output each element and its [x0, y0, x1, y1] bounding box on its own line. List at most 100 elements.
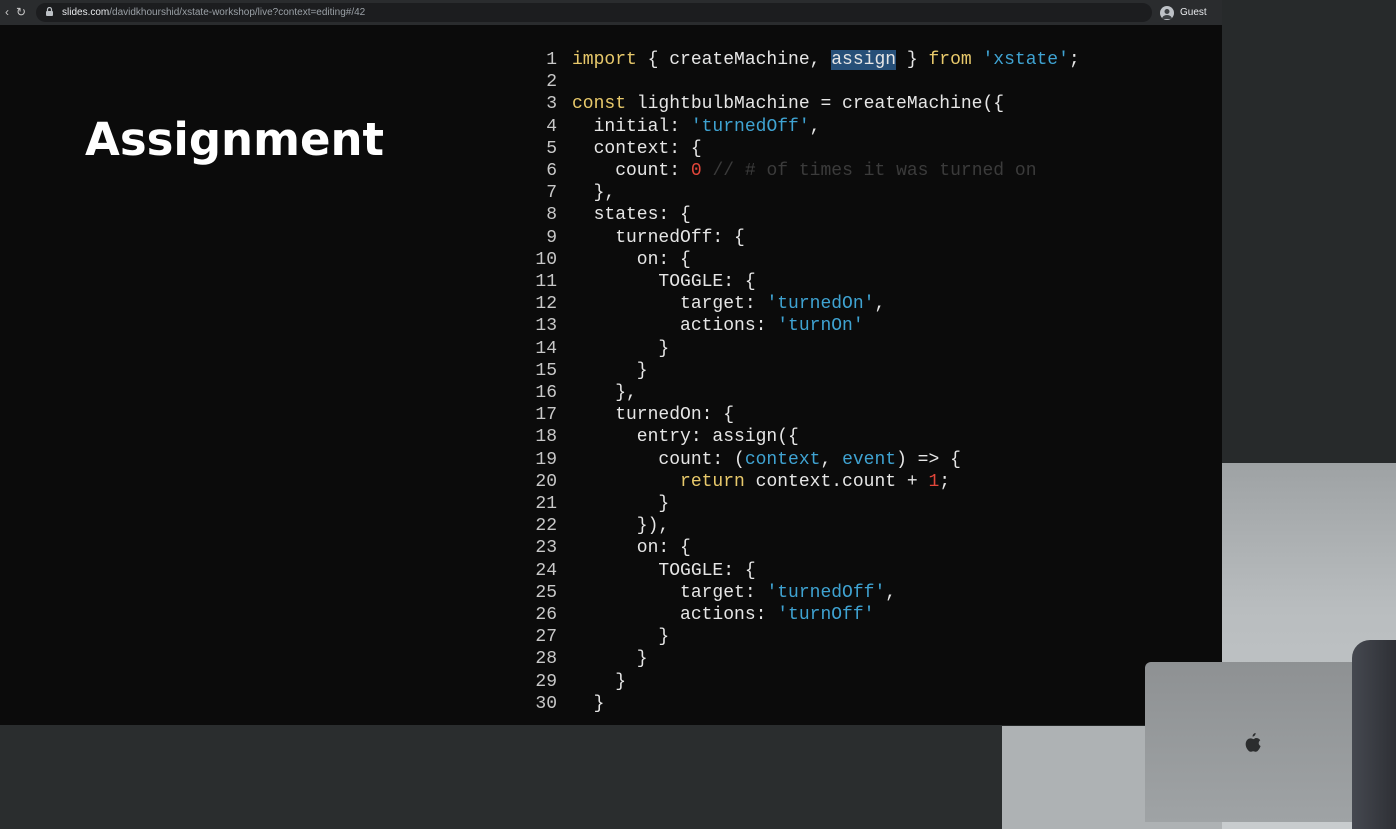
code-text[interactable]: }: [572, 338, 669, 360]
code-text[interactable]: }: [572, 360, 648, 382]
presenter: [1352, 640, 1396, 829]
code-text[interactable]: target: 'turnedOff',: [572, 582, 896, 604]
code-text[interactable]: TOGGLE: {: [572, 560, 756, 582]
code-line: 12 target: 'turnedOn',: [0, 293, 1222, 315]
code-token: target:: [572, 582, 767, 603]
code-line: 7 },: [0, 182, 1222, 204]
code-token: on: {: [572, 249, 691, 270]
code-token: 'turnedOff': [766, 582, 886, 603]
code-token: count:: [572, 161, 691, 181]
code-text[interactable]: initial: 'turnedOff',: [572, 116, 821, 138]
line-number: 19: [535, 449, 557, 470]
code-token: actions:: [572, 605, 778, 625]
line-number: 16: [535, 383, 557, 403]
code-token: ,: [809, 116, 821, 137]
code-token: turnedOff: {: [572, 227, 745, 248]
line-number: 4: [546, 116, 557, 137]
code-text[interactable]: }: [572, 626, 669, 648]
profile-label: Guest: [1180, 7, 1207, 18]
address-bar[interactable]: slides.com/davidkhourshid/xstate-worksho…: [36, 3, 1152, 22]
code-token: }: [572, 494, 670, 514]
code-token: ) => {: [896, 449, 961, 470]
code-token: ;: [1068, 50, 1080, 70]
line-number: 12: [535, 294, 557, 315]
room-wall: [1222, 0, 1396, 465]
code-text[interactable]: TOGGLE: {: [572, 271, 755, 293]
code-line: 21 }: [0, 493, 1222, 515]
code-token: ,: [820, 449, 843, 470]
code-text[interactable]: entry: assign({: [572, 426, 799, 448]
line-number: 14: [535, 338, 557, 359]
code-token: },: [572, 383, 637, 403]
code-line: 15 }: [0, 360, 1222, 382]
code-text[interactable]: count: (context, event) => {: [572, 449, 961, 471]
code-text[interactable]: }: [572, 493, 669, 515]
code-line: 3 const lightbulbMachine = createMachine(…: [0, 93, 1222, 115]
stage-area: [0, 725, 1002, 829]
reload-icon[interactable]: ↻: [14, 5, 28, 19]
code-token: 'turnOn': [777, 316, 864, 337]
code-line: 16 },: [0, 382, 1222, 404]
code-text[interactable]: turnedOff: {: [572, 227, 745, 249]
line-number: 13: [535, 316, 557, 337]
code-text[interactable]: }: [572, 671, 626, 693]
code-line: 17 turnedOn: {: [0, 404, 1222, 426]
line-number: 8: [546, 205, 557, 226]
code-token: }: [572, 627, 670, 648]
code-token: initial:: [572, 116, 691, 137]
code-line: 26 actions: 'turnOff': [0, 604, 1222, 626]
line-number: 22: [535, 516, 557, 537]
code-text[interactable]: context: {: [572, 138, 702, 160]
code-token: 0: [690, 161, 702, 181]
line-number: 2: [546, 72, 557, 93]
code-text[interactable]: target: 'turnedOn',: [572, 293, 885, 315]
code-line: 1 import { createMachine, assign } from '…: [0, 49, 1222, 71]
code-line: 25 target: 'turnedOff',: [0, 582, 1222, 604]
code-text[interactable]: }: [572, 693, 605, 715]
code-text[interactable]: turnedOn: {: [572, 404, 734, 426]
line-number: 23: [535, 538, 557, 559]
code-token: 'turnedOff': [690, 116, 810, 137]
code-text[interactable]: actions: 'turnOff': [572, 604, 874, 626]
profile-button[interactable]: Guest: [1160, 4, 1207, 21]
code-text[interactable]: }),: [572, 515, 669, 537]
line-number: 26: [535, 605, 557, 625]
code-token: on: {: [572, 538, 691, 559]
code-token: }: [572, 693, 605, 714]
code-line: 11 TOGGLE: {: [0, 271, 1222, 293]
code-text[interactable]: return context.count + 1;: [572, 471, 950, 493]
code-line: 8 states: {: [0, 204, 1222, 226]
code-token: import: [572, 50, 637, 70]
line-number: 7: [546, 183, 557, 204]
code-text[interactable]: },: [572, 182, 616, 204]
code-text[interactable]: on: {: [572, 537, 691, 559]
code-line: 5 context: {: [0, 138, 1222, 160]
url-path: /davidkhourshid/xstate-workshop/live?con…: [109, 7, 366, 18]
code-token: ;: [939, 471, 951, 492]
code-line: 6 count: 0 // # of times it was turned o…: [0, 160, 1222, 182]
code-text[interactable]: states: {: [572, 204, 691, 226]
code-line: 19 count: (context, event) => {: [0, 449, 1222, 471]
code-token: }),: [572, 516, 670, 537]
code-token: TOGGLE: {: [572, 560, 756, 581]
line-number: 6: [546, 161, 557, 181]
code-line: 22 }),: [0, 515, 1222, 537]
selected-token: assign: [831, 50, 897, 70]
code-token: 'turnOff': [777, 605, 875, 625]
code-text[interactable]: const lightbulbMachine = createMachine({: [572, 93, 1004, 115]
code-token: count: (: [572, 449, 745, 470]
code-line: 14 }: [0, 338, 1222, 360]
code-text[interactable]: actions: 'turnOn': [572, 315, 864, 337]
line-number: 9: [546, 227, 557, 248]
back-arrow-icon[interactable]: ‹: [0, 5, 14, 19]
code-text[interactable]: }: [572, 648, 648, 670]
code-text[interactable]: count: 0 // # of times it was turned on: [572, 160, 1036, 182]
code-text[interactable]: import { createMachine, assign } from 'x…: [572, 49, 1080, 71]
code-text[interactable]: },: [572, 382, 637, 404]
code-token: states: {: [572, 205, 691, 226]
code-line: 2: [0, 71, 1222, 93]
line-number: 21: [535, 494, 557, 514]
url-host: slides.com: [62, 7, 110, 18]
code-text[interactable]: on: {: [572, 249, 691, 271]
